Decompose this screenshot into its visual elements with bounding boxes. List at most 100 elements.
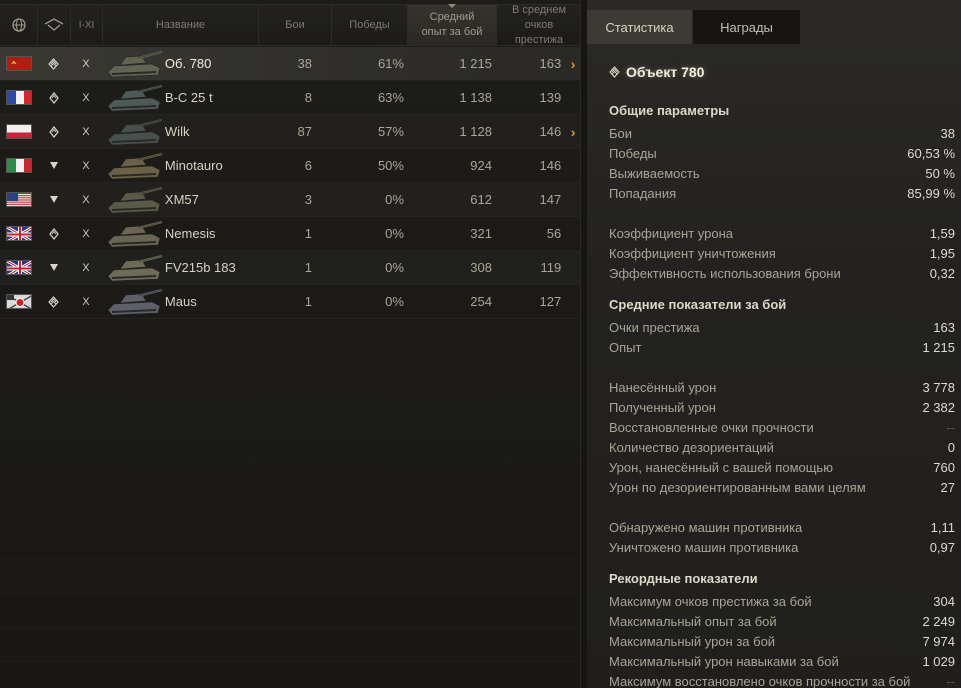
sort-by-avg-exp[interactable]: Средний опыт за бой [408,4,497,45]
stat-row-stuns: Количество дезориентаций 0 [609,437,955,457]
avg-exp-value: 924 [470,158,492,173]
avg-prestige-value: 119 [540,260,562,275]
nation-flag-icon [0,115,38,148]
heavy-vehicle-icon [38,47,71,80]
wins-value: 0% [385,192,404,207]
chevron-right-icon[interactable] [565,183,580,216]
avg-exp-header-label: Средний опыт за бой [421,11,483,38]
stat-row-destroyed: Уничтожено машин противника 0,97 [609,537,955,557]
tier-label: X [82,91,90,104]
chevron-right-icon[interactable] [565,285,580,318]
stat-value: 38 [940,125,955,141]
section-average-title: Средние показатели за бой [609,297,787,312]
tab-statistics[interactable]: Статистика [587,10,692,44]
stat-value: 50 % [925,165,955,181]
stat-row-hp-restored: Восстановленные очки прочности -- [609,417,955,437]
stat-label: Коэффициент урона [609,225,733,241]
stat-value: 27 [940,479,955,495]
table-row[interactable]: X FV215b 183 1 0% 308 119 [0,251,580,285]
sort-by-wins[interactable]: Победы [332,5,408,45]
avg-exp-value: 1 128 [459,124,492,139]
stat-row-damage-ratio: Коэффициент урона 1,59 [609,223,955,243]
td-vehicle-icon [38,251,71,284]
flag-uk-icon [5,260,32,275]
table-row[interactable]: X Wilk 87 57% 1 128 146 › [0,115,580,149]
stat-row-spotted: Обнаружено машин противника 1,11 [609,517,955,537]
vehicle-title: Объект 780 [609,64,704,80]
table-row[interactable]: X Maus 1 0% 254 127 [0,285,580,319]
table-row[interactable]: X Nemesis 1 0% 321 56 [0,217,580,251]
tab-awards[interactable]: Награды [693,10,800,44]
flag-france-icon [5,90,32,105]
battles-value: 6 [304,158,313,173]
chevron-right-icon[interactable]: › [565,115,580,148]
stat-row-exp: Опыт 1 215 [609,337,955,357]
vehicle-name: XM57 [164,192,199,207]
nation-flag-icon [0,183,38,216]
vehicle-name: FV215b 183 [164,260,236,275]
avg-exp-value: 321 [470,226,492,241]
table-row[interactable]: X B-C 25 t 8 63% 1 138 139 [0,81,580,115]
table-row[interactable]: X Об. 780 38 61% 1 215 163 › [0,47,580,81]
medium-vehicle-icon [38,81,71,114]
sort-by-avg-prestige[interactable]: В среднем очков престижа [497,4,580,46]
vehicle-name: Nemesis [164,226,216,241]
tab-bar: Статистика Награды [587,10,800,44]
wins-value: 0% [385,226,404,241]
chevron-right-icon[interactable] [565,217,580,250]
stat-value: 7 974 [922,633,955,649]
stat-value: 0,32 [929,265,955,281]
table-row[interactable]: X Minotauro 6 50% 924 146 [0,149,580,183]
stat-label: Максимальный урон за бой [609,633,776,649]
stat-label: Количество дезориентаций [609,439,774,455]
vehicle-list-panel: I-XI Название Бои Победы Средний опыт за… [0,0,581,688]
tank-image [102,47,163,80]
tier-label: X [82,295,90,308]
stat-row-max-prestige: Максимум очков престижа за бой 304 [609,591,955,611]
stat-label: Урон, нанесённый с вашей помощью [609,459,833,475]
stat-label: Эффективность использования брони [609,265,841,281]
sort-by-nation[interactable] [0,5,38,45]
nation-flag-icon [0,285,38,318]
vehicle-name: Wilk [164,124,190,139]
sort-by-type[interactable] [38,5,71,45]
chevron-right-icon[interactable] [565,251,580,284]
stat-label: Уничтожено машин противника [609,539,799,555]
chevron-right-icon[interactable]: › [565,47,580,80]
nation-flag-icon [0,81,38,114]
avg-prestige-value: 147 [539,192,562,207]
stat-row-max-exp: Максимальный опыт за бой 2 249 [609,611,955,631]
stat-label: Полученный урон [609,399,716,415]
wins-value: 0% [385,294,404,309]
stat-value: 1,59 [929,225,955,241]
stat-label: Максимум восстановлено очков прочности з… [609,673,911,688]
td-vehicle-icon [38,149,71,182]
sort-by-battles[interactable]: Бои [259,5,332,45]
battles-value: 87 [297,124,313,139]
wins-value: 63% [377,90,404,105]
stat-label: Опыт [609,339,642,355]
stat-value: 163 [933,319,955,335]
tank-image [102,115,163,148]
avg-prestige-value: 127 [539,294,562,309]
chevron-right-icon[interactable] [565,81,580,114]
wins-value: 61% [377,56,404,71]
sort-by-tier[interactable]: I-XI [71,5,103,45]
avg-prestige-value: 163 [539,56,562,71]
tier-label: X [82,57,90,70]
chevron-right-icon[interactable] [565,149,580,182]
avg-exp-value: 308 [470,260,492,275]
stat-row-dmg-dealt: Нанесённый урон 3 778 [609,377,955,397]
stat-row-kill-ratio: Коэффициент уничтожения 1,95 [609,243,955,263]
battles-value: 1 [304,226,313,241]
stat-row-prestige: Очки престижа 163 [609,317,955,337]
stats-panel: Статистика Награды Объект 780 Общие пара… [587,0,961,688]
avg-prestige-value: 56 [546,226,562,241]
vehicle-name: B-C 25 t [164,90,213,105]
avg-exp-value: 254 [470,294,492,309]
table-row[interactable]: X XM57 3 0% 612 147 [0,183,580,217]
stat-value: 85,99 % [907,185,955,201]
sort-by-name[interactable]: Название [103,5,259,45]
tank-image [102,183,163,216]
medium-vehicle-icon [38,115,71,148]
